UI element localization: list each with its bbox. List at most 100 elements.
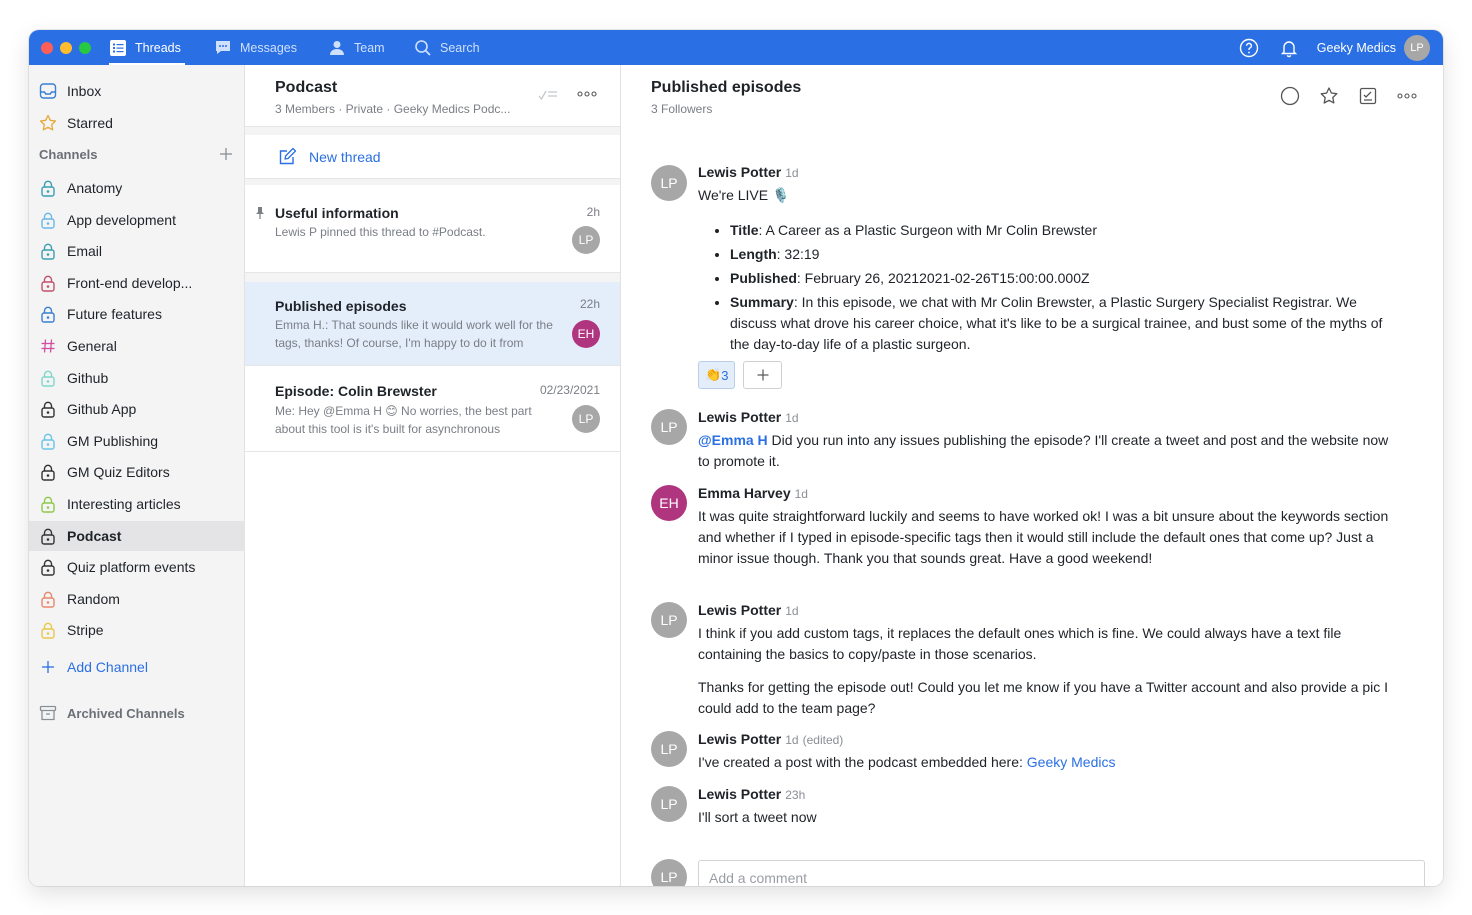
sidebar-item-inbox[interactable]: Inbox <box>29 76 245 106</box>
reactions-row: 👏 3 <box>698 361 1403 389</box>
thread-avatar: EH <box>572 320 600 348</box>
archived-channels-label: Archived Channels <box>67 705 185 721</box>
sidebar-item-anatomy[interactable]: Anatomy <box>29 173 245 203</box>
notifications-bell-icon[interactable] <box>1279 38 1299 58</box>
sidebar-item-app-development[interactable]: App development <box>29 205 245 235</box>
mark-all-read-icon[interactable] <box>538 87 558 103</box>
bullet-key: Summary <box>730 294 794 310</box>
close-window-button[interactable] <box>41 41 53 54</box>
sidebar-item-github-app[interactable]: Github App <box>29 394 245 424</box>
message-time: 23h <box>785 788 806 802</box>
sidebar-item-email[interactable]: Email <box>29 236 245 266</box>
thread-item-useful-information[interactable]: Useful information 2h Lewis P pinned thi… <box>245 185 620 273</box>
sidebar-item-gm-publishing[interactable]: GM Publishing <box>29 426 245 456</box>
thread-time: 02/23/2021 <box>539 383 600 397</box>
clap-reaction-button[interactable]: 👏 3 <box>698 361 736 389</box>
workspace-name[interactable]: Geeky Medics <box>1317 41 1396 55</box>
divider <box>245 273 620 282</box>
tab-threads[interactable]: Threads <box>109 30 185 65</box>
thread-list-panel: Podcast 3 Members · Private · Geeky Medi… <box>245 65 621 886</box>
message-author[interactable]: Lewis Potter <box>698 602 781 618</box>
minimize-window-button[interactable] <box>60 41 72 54</box>
bullet-value: : 32:19 <box>776 246 820 262</box>
add-reaction-button[interactable] <box>743 361 783 389</box>
tab-search[interactable]: Search <box>414 30 480 65</box>
maximize-window-button[interactable] <box>79 41 91 54</box>
message-author[interactable]: Lewis Potter <box>698 164 781 180</box>
thread-time: 2h <box>586 205 600 219</box>
divider <box>245 127 620 135</box>
mention-link[interactable]: @Emma H <box>698 432 768 448</box>
thread-title: Useful information <box>275 205 399 221</box>
bullet-key: Title <box>730 222 759 238</box>
help-icon[interactable] <box>1239 38 1259 58</box>
sidebar-item-podcast[interactable]: Podcast <box>29 521 245 551</box>
message-body: Lewis Potter 23h I'll sort a tweet now <box>698 786 1403 828</box>
sidebar-item-label: Starred <box>67 115 113 131</box>
bullet-key: Published <box>730 270 797 286</box>
sidebar-item-label: GM Publishing <box>67 433 159 449</box>
lock-icon <box>39 179 57 197</box>
mark-done-circle-icon[interactable] <box>1279 85 1300 106</box>
tab-search-label: Search <box>440 40 480 55</box>
sidebar-item-random[interactable]: Random <box>29 584 245 614</box>
message-author[interactable]: Emma Harvey <box>698 485 791 501</box>
sidebar-item-label: Stripe <box>67 622 104 638</box>
thread-time: 22h <box>579 297 600 311</box>
sidebar-item-starred[interactable]: Starred <box>29 108 245 138</box>
sidebar-item-interesting-articles[interactable]: Interesting articles <box>29 489 245 519</box>
lock-icon <box>39 432 57 450</box>
message-text-content: I've created a post with the podcast emb… <box>698 754 1027 770</box>
bullet-key: Length <box>730 246 777 262</box>
top-right-controls: Geeky Medics LP <box>1239 30 1443 65</box>
sidebar-item-label: Interesting articles <box>67 496 181 512</box>
sidebar-item-stripe[interactable]: Stripe <box>29 615 245 645</box>
message-avatar: LP <box>651 786 687 822</box>
tab-threads-label: Threads <box>135 40 181 55</box>
followers-count: 3 Followers <box>651 102 713 116</box>
add-channel-button[interactable]: Add Channel <box>29 652 245 682</box>
sidebar-item-label: Inbox <box>67 83 102 99</box>
app-window: Threads Messages Team Search Geeky Medic… <box>29 30 1443 886</box>
star-icon <box>39 114 57 132</box>
tab-messages[interactable]: Messages <box>214 30 297 65</box>
channel-more-options-icon[interactable] <box>577 90 597 98</box>
message-text: I think if you add custom tags, it repla… <box>698 625 1342 662</box>
message-avatar: EH <box>651 485 687 521</box>
message-author[interactable]: Lewis Potter <box>698 786 781 802</box>
star-thread-icon[interactable] <box>1318 85 1339 106</box>
tab-team[interactable]: Team <box>328 30 385 65</box>
sidebar-item-future-features[interactable]: Future features <box>29 299 245 329</box>
geeky-medics-link[interactable]: Geeky Medics <box>1027 754 1116 770</box>
thread-detail-panel: Published episodes 3 Followers LP Lewis … <box>621 65 1443 886</box>
sidebar-item-front-end-develop[interactable]: Front-end develop... <box>29 268 245 298</box>
message-avatar: LP <box>651 409 687 445</box>
message-time: 1d <box>785 411 799 425</box>
new-thread-button[interactable]: New thread <box>245 135 620 179</box>
thread-more-options-icon[interactable] <box>1396 85 1417 106</box>
sidebar-item-quiz-platform-events[interactable]: Quiz platform events <box>29 552 245 582</box>
archived-channels[interactable]: Archived Channels <box>29 698 245 728</box>
episode-details-list: Title: A Career as a Plastic Surgeon wit… <box>698 220 1403 355</box>
edited-label: (edited) <box>802 733 844 747</box>
thread-item-published-episodes[interactable]: Published episodes 22h Emma H.: That sou… <box>245 282 620 366</box>
add-channel-label: Add Channel <box>67 659 148 675</box>
pin-icon <box>255 207 265 219</box>
sidebar-item-general[interactable]: General <box>29 331 245 361</box>
message-time: 1d <box>785 166 799 180</box>
bullet-value: : In this episode, we chat with Mr Colin… <box>730 294 1383 352</box>
thread-item-episode-colin-brewster[interactable]: Episode: Colin Brewster 02/23/2021 Me: H… <box>245 366 620 452</box>
add-channel-plus-icon[interactable] <box>219 147 233 161</box>
sidebar-item-github[interactable]: Github <box>29 363 245 393</box>
message-text: I've created a post with the podcast emb… <box>698 752 1403 773</box>
message-author[interactable]: Lewis Potter <box>698 731 781 747</box>
message-author[interactable]: Lewis Potter <box>698 409 781 425</box>
thread-preview: Emma H.: That sounds like it would work … <box>275 318 553 350</box>
message-body: Emma Harvey 1d It was quite straightforwa… <box>698 485 1403 569</box>
sidebar-item-gm-quiz-editors[interactable]: GM Quiz Editors <box>29 457 245 487</box>
list-item: Published: February 26, 20212021-02-26T1… <box>730 268 1403 289</box>
user-avatar[interactable]: LP <box>1404 34 1430 61</box>
add-comment-input[interactable] <box>698 860 1425 886</box>
thread-notes-icon[interactable] <box>1357 85 1378 106</box>
message-time: 1d <box>794 487 808 501</box>
